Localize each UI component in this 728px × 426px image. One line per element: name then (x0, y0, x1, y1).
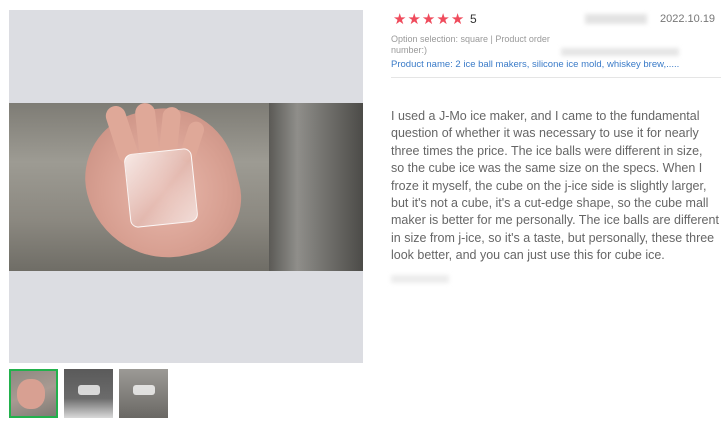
reviewer-name-redacted (585, 14, 647, 24)
main-photo-frame (9, 10, 363, 363)
review-body: I used a J-Mo ice maker, and I came to t… (391, 109, 719, 263)
divider (391, 77, 721, 78)
thumbnail-3[interactable] (119, 369, 168, 418)
brand-logo-icon (133, 385, 155, 395)
sink-edge (269, 103, 363, 271)
option-selection: Option selection: square | Product order… (391, 34, 550, 55)
product-name-link[interactable]: Product name: 2 ice ball makers, silicon… (391, 59, 721, 70)
star-icon: ★ (393, 10, 407, 28)
star-icon: ★ (421, 10, 436, 28)
review-date: 2022.10.19 (660, 13, 716, 25)
star-rating: ★ ★ ★ ★ ★ (393, 11, 464, 27)
order-number-redacted (561, 48, 679, 56)
thumbnail-strip (9, 369, 168, 418)
rating-score: 5 (470, 12, 477, 26)
star-icon: ★ (436, 10, 450, 28)
ice-cube (123, 147, 199, 229)
review-footer-redacted (391, 274, 449, 283)
thumbnail-1[interactable] (9, 369, 58, 418)
star-icon: ★ (450, 10, 465, 28)
hand-thumbnail-image (17, 379, 45, 409)
brand-logo-icon (78, 385, 100, 395)
thumbnail-2[interactable] (64, 369, 113, 418)
review-panel: ★ ★ ★ ★ ★ 5 2022.10.19 Option selection: squ… (391, 10, 721, 283)
rating-row: ★ ★ ★ ★ ★ 5 2022.10.19 (391, 10, 721, 30)
star-icon: ★ (407, 10, 421, 28)
main-photo[interactable] (9, 103, 363, 271)
